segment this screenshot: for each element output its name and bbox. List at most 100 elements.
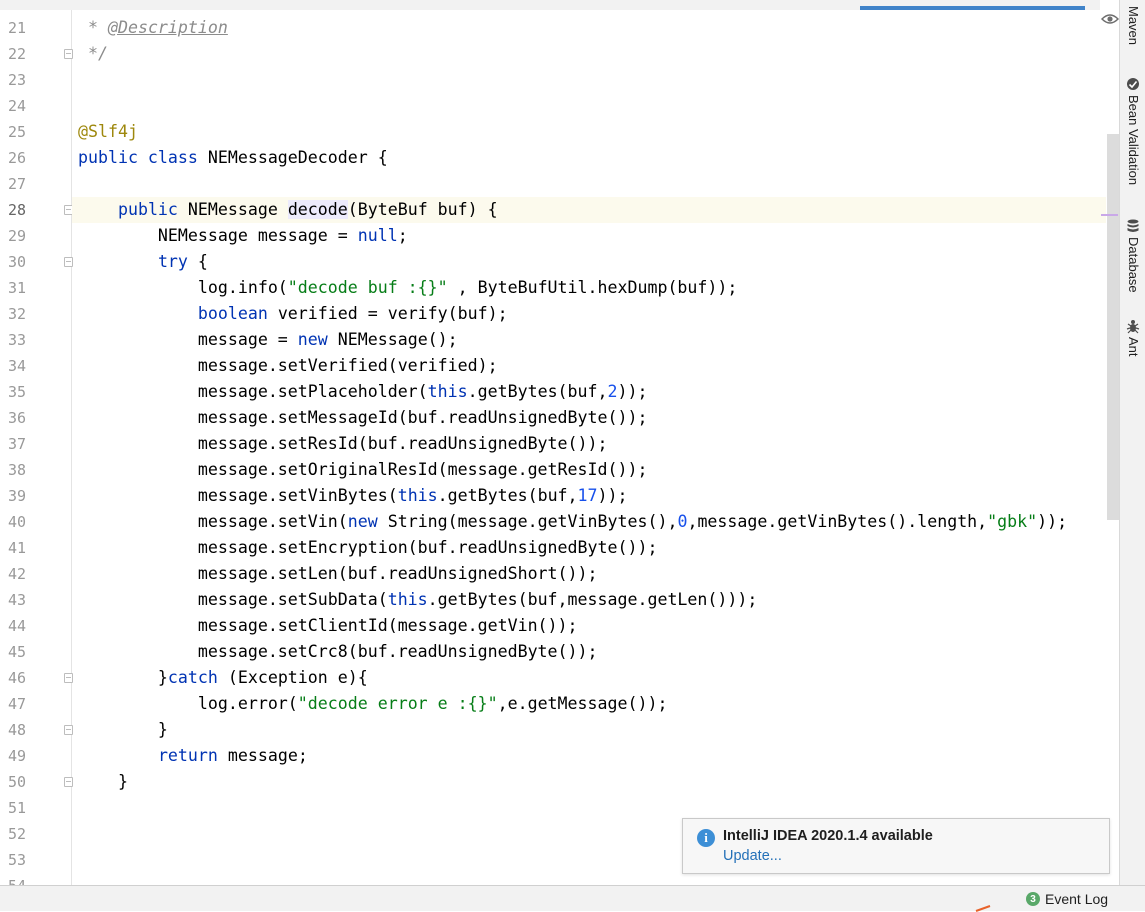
line-number[interactable]: 25 <box>0 119 26 145</box>
code-line[interactable]: boolean verified = verify(buf); <box>78 301 508 327</box>
code-row[interactable] <box>72 67 1106 93</box>
code-line[interactable]: log.error("decode error e :{}",e.getMess… <box>78 691 668 717</box>
code-row[interactable]: @Slf4j <box>72 119 1106 145</box>
code-line[interactable]: message.setCrc8(buf.readUnsignedByte()); <box>78 639 598 665</box>
line-number[interactable]: 24 <box>0 93 26 119</box>
line-number[interactable]: 38 <box>0 457 26 483</box>
error-stripe-marker[interactable] <box>1101 214 1118 216</box>
code-row[interactable]: message.setPlaceholder(this.getBytes(buf… <box>72 379 1106 405</box>
code-row[interactable]: * @Description <box>72 15 1106 41</box>
code-line[interactable]: } <box>78 717 168 743</box>
code-row[interactable]: return message; <box>72 743 1106 769</box>
line-number[interactable]: 27 <box>0 171 26 197</box>
line-number[interactable]: 31 <box>0 275 26 301</box>
tool-tab-ant[interactable]: Ant <box>1120 318 1145 357</box>
code-line[interactable]: message.setClientId(message.getVin()); <box>78 613 578 639</box>
line-number[interactable]: 45 <box>0 639 26 665</box>
line-number[interactable]: 44 <box>0 613 26 639</box>
code-line[interactable]: log.info("decode buf :{}" , ByteBufUtil.… <box>78 275 738 301</box>
line-number[interactable]: 37 <box>0 431 26 457</box>
code-line[interactable]: message.setVin(new String(message.getVin… <box>78 509 1067 535</box>
line-number[interactable]: 39 <box>0 483 26 509</box>
tool-tab-database[interactable]: Database <box>1120 218 1145 293</box>
eye-icon[interactable] <box>1101 10 1119 28</box>
tool-tab-bean-validation[interactable]: Bean Validation <box>1120 76 1145 185</box>
code-row[interactable]: boolean verified = verify(buf); <box>72 301 1106 327</box>
line-number[interactable]: 36 <box>0 405 26 431</box>
code-row[interactable] <box>72 93 1106 119</box>
line-number[interactable]: 21 <box>0 15 26 41</box>
code-row[interactable]: message.setMessageId(buf.readUnsignedByt… <box>72 405 1106 431</box>
code-line[interactable]: return message; <box>78 743 308 769</box>
line-number[interactable]: 50 <box>0 769 26 795</box>
line-number[interactable]: 49 <box>0 743 26 769</box>
code-line[interactable]: message.setPlaceholder(this.getBytes(buf… <box>78 379 648 405</box>
line-number[interactable]: 32 <box>0 301 26 327</box>
line-number[interactable]: 51 <box>0 795 26 821</box>
code-row[interactable]: message = new NEMessage(); <box>72 327 1106 353</box>
code-line[interactable]: message.setEncryption(buf.readUnsignedBy… <box>78 535 658 561</box>
code-line[interactable]: message.setMessageId(buf.readUnsignedByt… <box>78 405 648 431</box>
editor-tab[interactable] <box>0 0 200 8</box>
code-line[interactable]: message.setVerified(verified); <box>78 353 498 379</box>
code-row[interactable] <box>72 873 1106 885</box>
code-line[interactable]: public class NEMessageDecoder { <box>78 145 388 171</box>
code-line[interactable]: } <box>78 769 128 795</box>
line-number[interactable]: 34 <box>0 353 26 379</box>
line-number[interactable]: 30 <box>0 249 26 275</box>
code-row[interactable]: message.setVerified(verified); <box>72 353 1106 379</box>
code-line[interactable]: public NEMessage decode(ByteBuf buf) { <box>78 197 498 223</box>
line-number[interactable]: 48 <box>0 717 26 743</box>
code-row[interactable] <box>72 171 1106 197</box>
code-row[interactable]: */ <box>72 41 1106 67</box>
line-number[interactable]: 40 <box>0 509 26 535</box>
code-line[interactable]: try { <box>78 249 208 275</box>
code-row[interactable]: log.info("decode buf :{}" , ByteBufUtil.… <box>72 275 1106 301</box>
code-row[interactable]: message.setSubData(this.getBytes(buf,mes… <box>72 587 1106 613</box>
line-number[interactable]: 52 <box>0 821 26 847</box>
code-row[interactable]: message.setOriginalResId(message.getResI… <box>72 457 1106 483</box>
code-row[interactable]: message.setClientId(message.getVin()); <box>72 613 1106 639</box>
line-number[interactable]: 28 <box>0 197 26 223</box>
code-row[interactable]: message.setVinBytes(this.getBytes(buf,17… <box>72 483 1106 509</box>
code-row[interactable]: public class NEMessageDecoder { <box>72 145 1106 171</box>
code-line[interactable]: message.setSubData(this.getBytes(buf,mes… <box>78 587 757 613</box>
code-row[interactable]: }catch (Exception e){ <box>72 665 1106 691</box>
line-number[interactable]: 41 <box>0 535 26 561</box>
code-editor[interactable]: * @Description */ @Slf4j public class NEMe… <box>72 10 1106 885</box>
code-line[interactable]: }catch (Exception e){ <box>78 665 368 691</box>
line-number[interactable]: 43 <box>0 587 26 613</box>
code-row[interactable]: message.setLen(buf.readUnsignedShort()); <box>72 561 1106 587</box>
editor-tab[interactable] <box>640 0 850 8</box>
code-row[interactable]: message.setResId(buf.readUnsignedByte())… <box>72 431 1106 457</box>
line-number[interactable]: 29 <box>0 223 26 249</box>
code-line[interactable]: message.setLen(buf.readUnsignedShort()); <box>78 561 598 587</box>
scrollbar-thumb[interactable] <box>1107 134 1119 520</box>
code-row[interactable]: } <box>72 717 1106 743</box>
code-line[interactable]: message = new NEMessage(); <box>78 327 458 353</box>
code-row[interactable]: message.setCrc8(buf.readUnsignedByte()); <box>72 639 1106 665</box>
code-line[interactable]: NEMessage message = null; <box>78 223 408 249</box>
code-line[interactable]: message.setOriginalResId(message.getResI… <box>78 457 648 483</box>
code-row[interactable]: log.error("decode error e :{}",e.getMess… <box>72 691 1106 717</box>
line-number[interactable]: 23 <box>0 67 26 93</box>
editor-tab[interactable] <box>400 0 620 8</box>
line-number[interactable]: 33 <box>0 327 26 353</box>
code-row[interactable]: message.setEncryption(buf.readUnsignedBy… <box>72 535 1106 561</box>
update-link[interactable]: Update... <box>723 848 782 864</box>
event-log-button[interactable]: 3 Event Log <box>1026 890 1108 908</box>
code-row[interactable]: try { <box>72 249 1106 275</box>
line-number[interactable]: 22 <box>0 41 26 67</box>
code-line[interactable]: @Slf4j <box>78 119 138 145</box>
code-line[interactable]: message.setVinBytes(this.getBytes(buf,17… <box>78 483 628 509</box>
current-line-highlight[interactable]: public NEMessage decode(ByteBuf buf) { <box>72 197 1106 223</box>
line-number[interactable]: 46 <box>0 665 26 691</box>
line-number[interactable]: 42 <box>0 561 26 587</box>
code-row[interactable]: NEMessage message = null; <box>72 223 1106 249</box>
code-line[interactable]: * @Description <box>78 15 228 41</box>
line-number[interactable]: 47 <box>0 691 26 717</box>
tool-tab-maven[interactable]: Maven <box>1120 6 1145 45</box>
line-number[interactable]: 26 <box>0 145 26 171</box>
line-number[interactable]: 53 <box>0 847 26 873</box>
line-number[interactable]: 35 <box>0 379 26 405</box>
